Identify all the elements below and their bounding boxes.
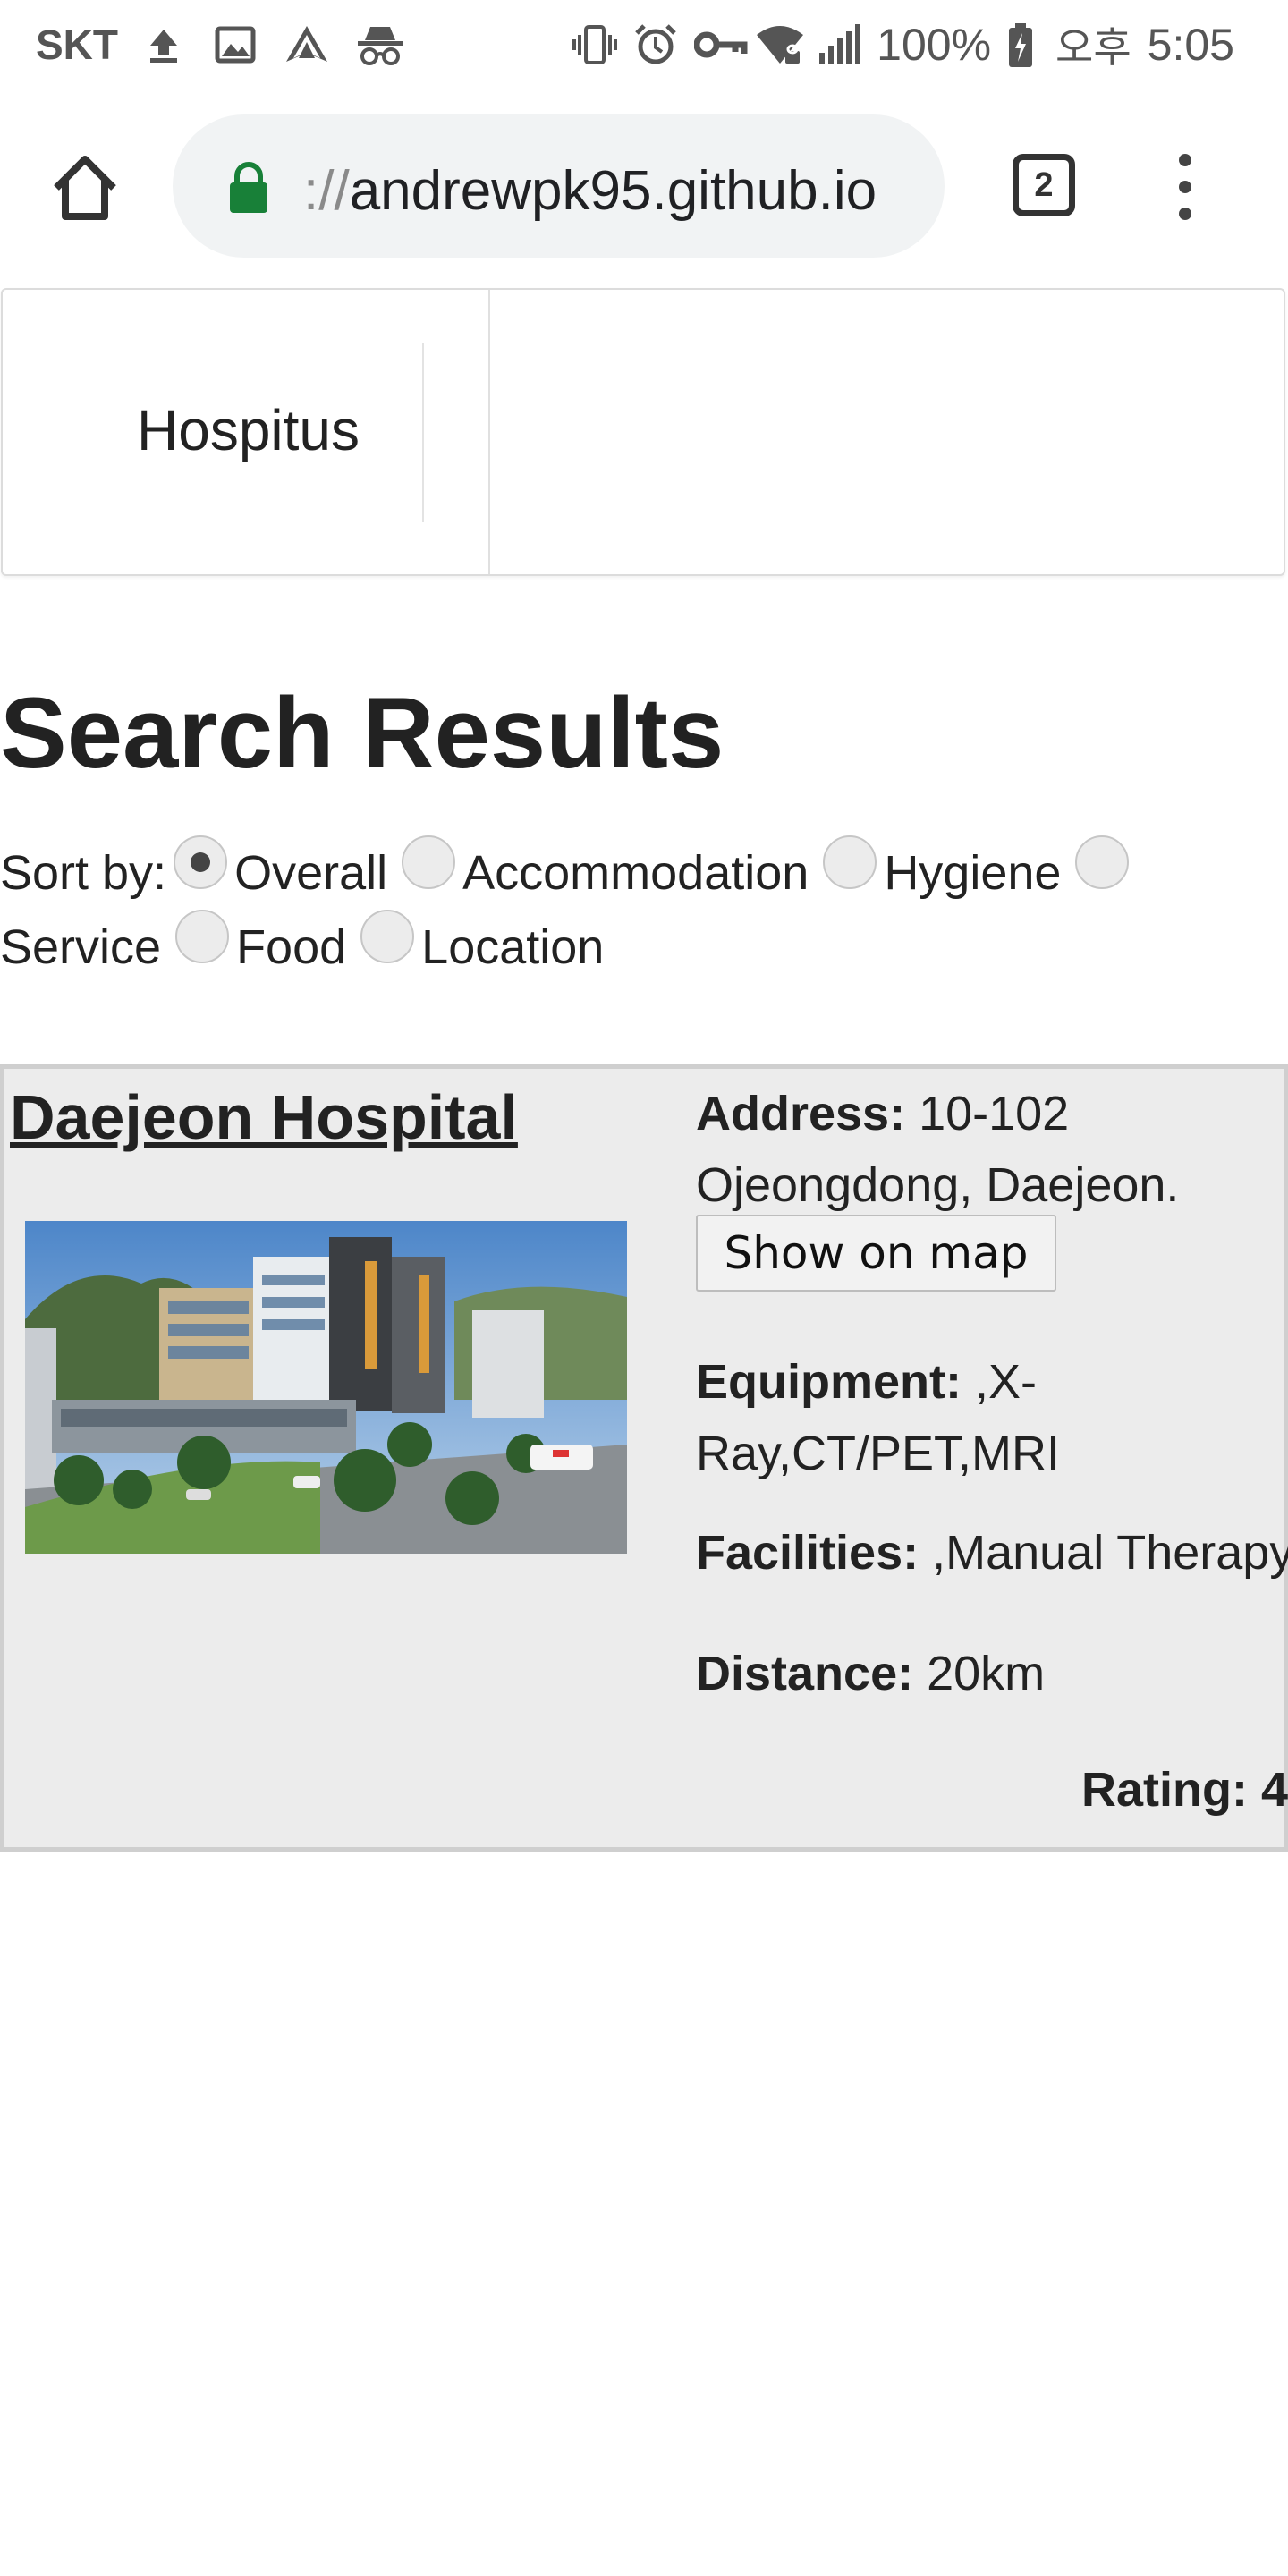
- sort-option-label: Overall: [234, 846, 388, 900]
- distance-row: Distance: 20km: [696, 1646, 1045, 1701]
- sort-row: Service Food Location: [0, 910, 611, 975]
- brand-link[interactable]: Hospitus: [137, 397, 360, 463]
- facilities-row: Facilities: ,Manual Therapy: [696, 1525, 1288, 1580]
- facilities-label: Facilities:: [696, 1526, 919, 1580]
- wifi-icon: [755, 22, 804, 67]
- distance-label: Distance:: [696, 1647, 914, 1700]
- divider: [422, 343, 424, 522]
- rating-label: Rating:: [1080, 1763, 1248, 1817]
- more-menu-icon[interactable]: [1172, 154, 1199, 220]
- sort-radio-accommodation[interactable]: [402, 835, 456, 889]
- sort-option-label: Food: [236, 920, 347, 974]
- signal-icon: [816, 22, 861, 67]
- sort-option-label: Hygiene: [884, 846, 1062, 900]
- sort-row: Sort by: Overall Accommodation Hygiene: [0, 835, 1136, 901]
- facilities-value: ,Manual Therapy: [919, 1526, 1288, 1580]
- url-scheme: ://: [303, 160, 350, 222]
- status-bar: SKT 100% 오후 5:05: [0, 0, 1288, 89]
- battery-percent: 100%: [877, 20, 992, 70]
- sort-radio-location[interactable]: [360, 910, 415, 963]
- distance-value: 20km: [913, 1647, 1046, 1700]
- show-on-map-button[interactable]: Show on map: [696, 1215, 1056, 1292]
- sort-radio-hygiene[interactable]: [823, 835, 877, 889]
- equipment-row: Equipment: ,X-Ray,CT/PET,MRI: [696, 1346, 1233, 1489]
- lock-icon: [226, 161, 271, 215]
- page-title: Search Results: [0, 677, 724, 789]
- gallery-icon: [213, 22, 258, 67]
- time-period: 오후: [1055, 23, 1131, 72]
- sort-radio-food[interactable]: [175, 910, 230, 963]
- sort-option-label: Service: [0, 920, 162, 974]
- brand-cell: Hospitus: [3, 290, 490, 574]
- incognito-icon: [356, 22, 402, 67]
- vibrate-icon: [572, 22, 618, 67]
- home-icon[interactable]: [49, 152, 121, 224]
- sort-label: Sort by:: [0, 846, 167, 900]
- equipment-label: Equipment:: [696, 1355, 962, 1409]
- address-label: Address:: [696, 1087, 906, 1140]
- rating-value: 4: [1247, 1763, 1288, 1817]
- url-host: andrewpk95.github.io: [349, 160, 877, 222]
- upload-icon: [141, 22, 186, 67]
- clock: 5:05: [1147, 20, 1234, 70]
- battery-charging-icon: [1007, 22, 1034, 67]
- hospital-name-link[interactable]: Daejeon Hospital: [10, 1081, 518, 1153]
- sort-radio-service[interactable]: [1075, 835, 1130, 889]
- url-text[interactable]: ://andrewpk95.github.io: [303, 159, 877, 223]
- vpn-key-icon: [693, 22, 748, 67]
- address-row: Address: 10-102 Ojeongdong, Daejeon.: [696, 1078, 1233, 1221]
- site-navbar: Hospitus: [1, 288, 1285, 576]
- tab-switcher-button[interactable]: 2: [1013, 154, 1075, 216]
- hospital-result-card: Daejeon Hospital Address: 10-102 Ojeongd…: [0, 1064, 1288, 1852]
- sort-option-label: Accommodation: [462, 846, 809, 900]
- alarm-icon: [633, 22, 678, 67]
- carrier-name: SKT: [36, 21, 118, 68]
- address-bar[interactable]: ://andrewpk95.github.io: [173, 114, 945, 258]
- sort-option-label: Location: [421, 920, 605, 974]
- sort-radio-overall[interactable]: [174, 835, 228, 889]
- navigation-icon: [284, 22, 329, 67]
- browser-toolbar: ://andrewpk95.github.io 2: [0, 89, 1288, 286]
- hospital-photo[interactable]: [25, 1221, 627, 1554]
- rating: Rating: 4: [1081, 1762, 1288, 1818]
